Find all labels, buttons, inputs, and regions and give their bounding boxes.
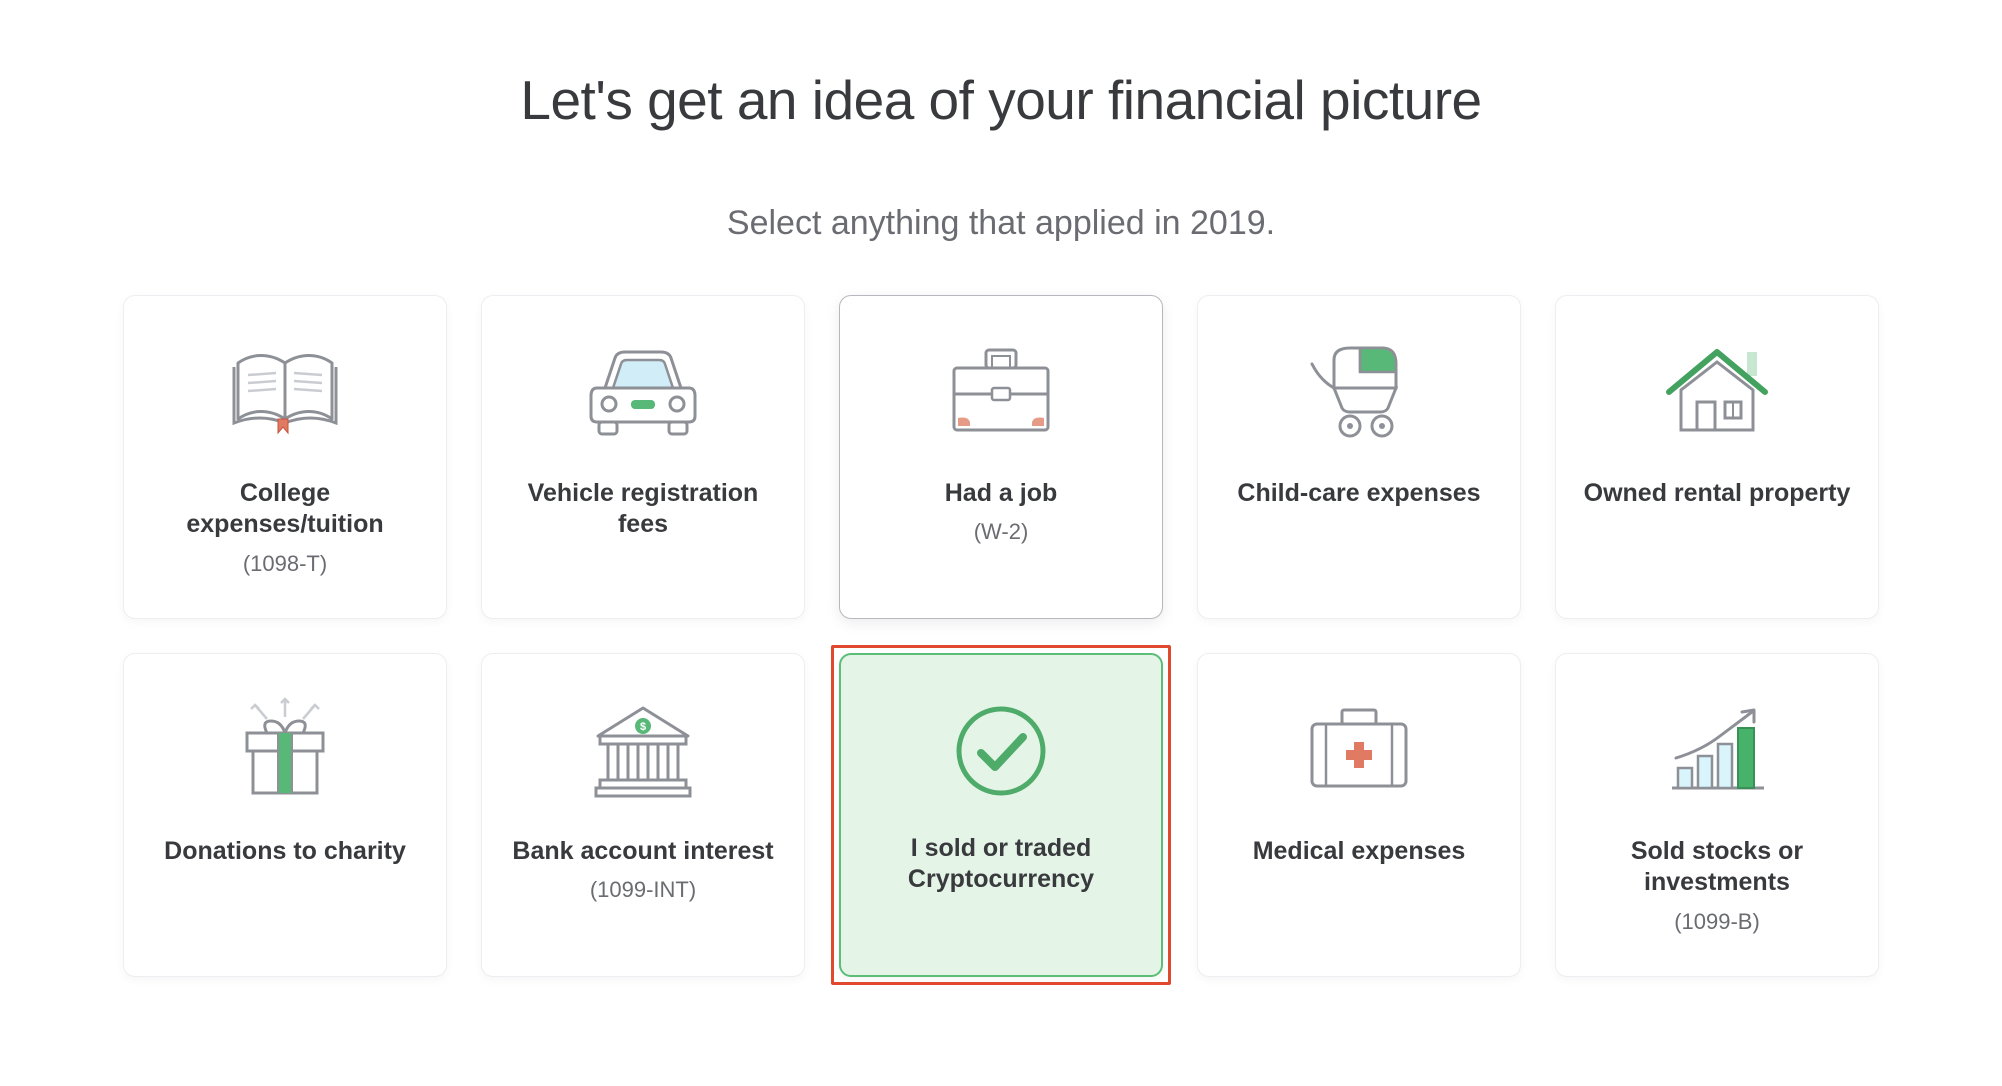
card-sublabel: (W-2) (974, 519, 1029, 545)
card-donations[interactable]: Donations to charity (123, 653, 447, 977)
card-label: Bank account interest (488, 836, 797, 867)
card-college-expenses[interactable]: College expenses/tuition (1098-T) (123, 295, 447, 619)
card-sublabel: (1099-B) (1674, 909, 1760, 935)
card-vehicle-registration[interactable]: Vehicle registration fees (481, 295, 805, 619)
medical-kit-icon (1299, 690, 1419, 810)
gift-icon (225, 690, 345, 810)
house-icon (1657, 332, 1777, 452)
page-subtitle: Select anything that applied in 2019. (727, 204, 1275, 243)
card-sublabel: (1098-T) (243, 551, 327, 577)
bank-icon: $ (583, 690, 703, 810)
card-label: Owned rental property (1560, 478, 1875, 509)
card-child-care[interactable]: Child-care expenses (1197, 295, 1521, 619)
card-had-a-job[interactable]: Had a job (W-2) (839, 295, 1163, 619)
card-label: College expenses/tuition (124, 478, 446, 541)
stroller-icon (1299, 332, 1419, 452)
briefcase-icon (941, 332, 1061, 452)
page-title: Let's get an idea of your financial pict… (520, 68, 1481, 132)
card-label: Donations to charity (140, 836, 430, 867)
car-icon (583, 332, 703, 452)
card-grid: College expenses/tuition (1098-T) Vehicl… (123, 295, 1879, 977)
chart-growth-icon (1657, 690, 1777, 810)
svg-text:$: $ (640, 721, 646, 733)
checkmark-icon (941, 691, 1061, 811)
book-icon (225, 332, 345, 452)
card-cryptocurrency[interactable]: I sold or traded Cryptocurrency (839, 653, 1163, 977)
card-label: Vehicle registration fees (482, 478, 804, 541)
card-label: Sold stocks or investments (1556, 836, 1878, 899)
card-label: Had a job (921, 478, 1082, 509)
card-label: Child-care expenses (1213, 478, 1504, 509)
card-rental-property[interactable]: Owned rental property (1555, 295, 1879, 619)
card-sublabel: (1099-INT) (590, 877, 696, 903)
card-label: Medical expenses (1229, 836, 1490, 867)
card-label: I sold or traded Cryptocurrency (841, 833, 1161, 896)
card-bank-interest[interactable]: $ Bank account interest (1099-INT) (481, 653, 805, 977)
card-stocks-investments[interactable]: Sold stocks or investments (1099-B) (1555, 653, 1879, 977)
card-medical-expenses[interactable]: Medical expenses (1197, 653, 1521, 977)
